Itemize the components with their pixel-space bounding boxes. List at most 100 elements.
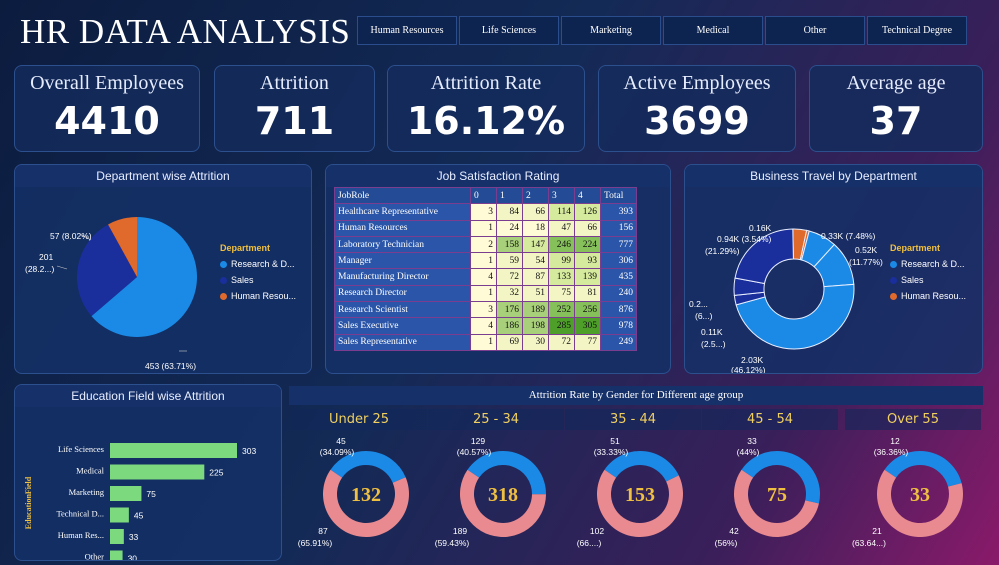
bottom-percent: (59.43%) bbox=[435, 538, 470, 548]
job-role-cell: Healthcare Representative bbox=[334, 203, 471, 221]
legend-dot bbox=[220, 260, 227, 268]
filter-marketing[interactable]: Marketing bbox=[561, 16, 661, 45]
donut-label: 2.03K bbox=[741, 355, 764, 365]
rating-cell: 30 bbox=[522, 333, 549, 351]
job-role-cell: Sales Executive bbox=[334, 317, 471, 335]
filter-other[interactable]: Other bbox=[765, 16, 865, 45]
rating-cell: 147 bbox=[522, 235, 549, 254]
legend-item: Human Resou... bbox=[890, 291, 966, 301]
kpi-average-age: Average age 37 bbox=[809, 65, 983, 152]
job-satisfaction-table: JobRole 0 1 2 3 4 Total Healthcare Representat… bbox=[334, 186, 637, 351]
bar bbox=[110, 550, 123, 560]
donut-label: (2.5...) bbox=[701, 339, 726, 349]
education-bar-chart: EducationField Life Sciences 303 Medical 22… bbox=[24, 443, 256, 561]
table-row: Sales Representative 1 69 30 72 77 249 bbox=[334, 333, 637, 351]
table-row: Human Resources 1 24 18 47 66 156 bbox=[334, 219, 637, 237]
filter-medical[interactable]: Medical bbox=[663, 16, 763, 45]
education-attrition-panel: Education Field wise Attrition Education… bbox=[14, 384, 282, 561]
rating-cell: 198 bbox=[522, 317, 549, 335]
bar-value-label: 33 bbox=[129, 532, 139, 542]
bar bbox=[110, 529, 124, 544]
legend-label: Human Resou... bbox=[901, 291, 967, 301]
total-cell: 876 bbox=[600, 301, 637, 319]
age-total: 318 bbox=[488, 484, 518, 506]
legend-item: Sales bbox=[890, 275, 966, 285]
job-satisfaction-panel: Job Satisfaction Rating JobRole 0 1 2 3 4 Tota… bbox=[325, 164, 671, 374]
age-donut-chart: 33 12(36.36%) 21 (63.64...) bbox=[852, 436, 963, 548]
panel-title: Department wise Attrition bbox=[15, 165, 311, 187]
rating-cell: 32 bbox=[496, 284, 523, 303]
job-role-cell: Research Scientist bbox=[334, 301, 471, 319]
category-label: Marketing bbox=[69, 487, 105, 497]
kpi-label: Average age bbox=[846, 72, 946, 94]
table-row: Laboratory Technician 2 158 147 246 224 777 bbox=[334, 235, 637, 254]
age-donut-chart: 318 129(40.57%) 189 (59.43%) bbox=[435, 436, 546, 548]
rating-cell: 139 bbox=[574, 268, 601, 286]
job-role-cell: Sales Representative bbox=[334, 333, 471, 351]
rating-cell: 81 bbox=[574, 284, 601, 303]
rating-cell: 285 bbox=[548, 317, 575, 335]
rating-cell: 252 bbox=[548, 301, 575, 319]
filter-life-sciences[interactable]: Life Sciences bbox=[459, 16, 559, 45]
top-percent: (34.09%) bbox=[320, 447, 355, 457]
rating-cell: 1 bbox=[470, 284, 497, 303]
category-label: Technical D... bbox=[56, 509, 104, 519]
bar bbox=[110, 507, 129, 523]
top-percent: (44%) bbox=[737, 447, 760, 457]
category-label: Human Res... bbox=[58, 530, 104, 540]
age-total: 33 bbox=[910, 484, 930, 506]
kpi-value: 3699 bbox=[644, 99, 750, 143]
rating-cell: 77 bbox=[574, 333, 601, 351]
donut-label: 0.16K bbox=[749, 223, 772, 233]
legend-dot bbox=[220, 292, 227, 300]
kpi-value: 711 bbox=[254, 99, 335, 143]
top-percent: (36.36%) bbox=[874, 447, 909, 457]
bar bbox=[110, 443, 237, 458]
rating-cell: 176 bbox=[496, 301, 523, 319]
bottom-value: 42 bbox=[729, 526, 739, 536]
column-header: 2 bbox=[522, 186, 549, 205]
age-group-2: 35 - 44 153 51 (33.33%) 102 (66....) bbox=[565, 409, 701, 559]
legend-item: Research & D... bbox=[890, 259, 966, 269]
business-travel-panel: Business Travel by Department 0.16K 0.94… bbox=[684, 164, 983, 374]
bar-value-label: 303 bbox=[242, 446, 256, 456]
age-total: 132 bbox=[351, 484, 381, 506]
bar bbox=[110, 486, 142, 501]
age-donut-chart: 132 45(34.09%) 87 (65.91%) bbox=[298, 436, 409, 548]
total-cell: 777 bbox=[600, 235, 637, 254]
age-group-3: 45 - 54 75 33 (44%) 42 (56%) bbox=[702, 409, 838, 559]
total-cell: 249 bbox=[600, 333, 637, 351]
bar-value-label: 30 bbox=[128, 554, 138, 561]
kpi-overall-employees: Overall Employees 4410 bbox=[14, 65, 200, 152]
rating-cell: 24 bbox=[496, 219, 523, 237]
bar-value-label: 225 bbox=[209, 468, 223, 478]
column-header: 3 bbox=[548, 186, 575, 205]
top-value: 129 bbox=[471, 436, 485, 446]
bar-value-label: 75 bbox=[146, 489, 156, 499]
donut-label: (21.29%) bbox=[705, 246, 740, 256]
donut-label: (6...) bbox=[695, 311, 713, 321]
filter-human-resources[interactable]: Human Resources bbox=[357, 16, 457, 45]
table-row: Healthcare Representative 3 84 66 114 126 393 bbox=[334, 203, 637, 221]
legend-item: Human Resou... bbox=[220, 291, 296, 301]
rating-cell: 246 bbox=[548, 235, 575, 254]
rating-cell: 189 bbox=[522, 301, 549, 319]
donut-label: 0.52K bbox=[855, 245, 878, 255]
legend-label: Research & D... bbox=[901, 259, 965, 269]
bottom-percent: (63.64...) bbox=[852, 538, 886, 548]
kpi-label: Attrition Rate bbox=[430, 72, 542, 94]
column-header: Total bbox=[600, 186, 637, 205]
legend-dot bbox=[220, 276, 227, 284]
column-header: 0 bbox=[470, 186, 497, 205]
legend-item: Sales bbox=[220, 275, 296, 285]
age-total: 153 bbox=[625, 484, 655, 506]
rating-cell: 3 bbox=[470, 301, 497, 319]
donut-label: (11.77%) bbox=[849, 257, 883, 267]
table-row: Manufacturing Director 4 72 87 133 139 435 bbox=[334, 268, 637, 286]
rating-cell: 158 bbox=[496, 235, 523, 254]
top-value: 33 bbox=[747, 436, 757, 446]
rating-cell: 186 bbox=[496, 317, 523, 335]
bottom-percent: (56%) bbox=[715, 538, 738, 548]
legend-label: Sales bbox=[231, 275, 254, 285]
filter-technical-degree[interactable]: Technical Degree bbox=[867, 16, 967, 45]
